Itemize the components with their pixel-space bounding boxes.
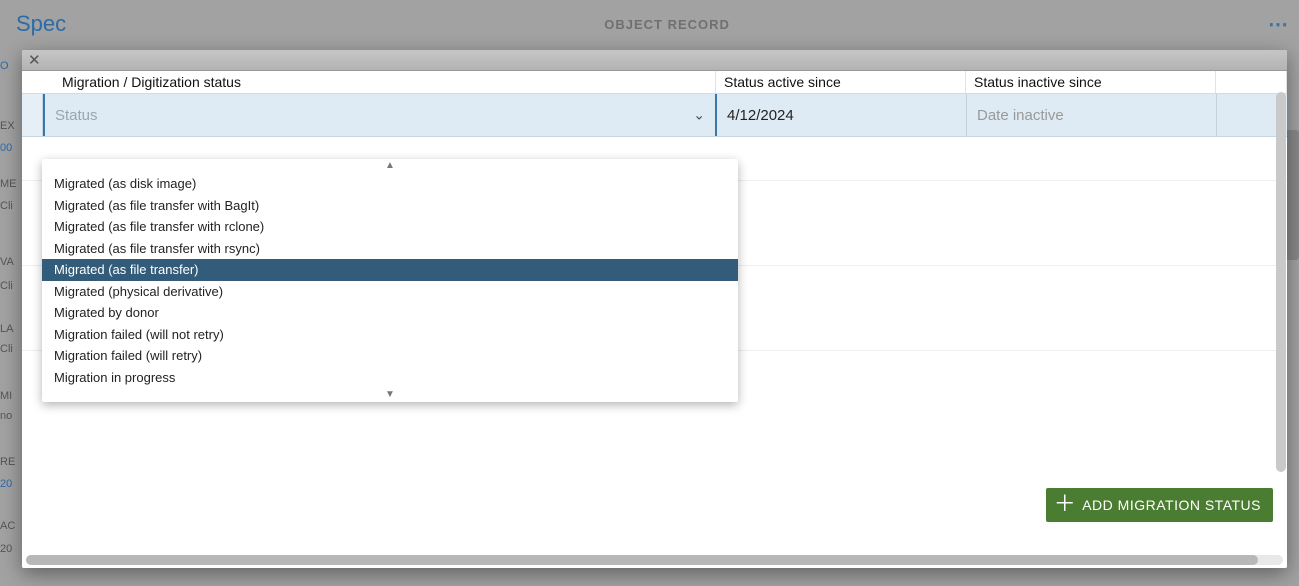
migration-status-modal: ✕ Migration / Digitization status Status…: [22, 50, 1287, 568]
column-header-spacer: [1216, 71, 1287, 93]
status-option[interactable]: Migrated (as file transfer with BagIt): [42, 195, 738, 217]
chevron-down-icon[interactable]: ⌄: [693, 107, 705, 124]
row-gutter[interactable]: [22, 94, 43, 136]
status-option[interactable]: Migrated (as file transfer): [42, 259, 738, 281]
modal-body: Migration / Digitization status Status a…: [22, 71, 1287, 568]
scroll-down-icon[interactable]: ▼: [42, 388, 738, 402]
modal-vertical-scrollbar[interactable]: [1276, 92, 1286, 472]
column-header-active: Status active since: [716, 71, 966, 93]
status-dropdown: ▲ Migrated (as disk image)Migrated (as f…: [42, 159, 738, 402]
status-option[interactable]: Migrated (as file transfer with rsync): [42, 238, 738, 260]
inactive-since-cell[interactable]: Date inactive: [967, 94, 1217, 136]
column-header-inactive: Status inactive since: [966, 71, 1216, 93]
status-input[interactable]: [55, 107, 705, 124]
background-overlay: Spec OBJECT RECORD ⋯ O EX 00 ME Cli VA C…: [0, 0, 1299, 586]
add-button-label: ADD MIGRATION STATUS: [1082, 497, 1261, 513]
scroll-up-icon[interactable]: ▲: [42, 159, 738, 173]
modal-vertical-scrollbar-thumb[interactable]: [1276, 92, 1286, 472]
modal-horizontal-scrollbar[interactable]: [26, 555, 1283, 565]
status-option[interactable]: Migrated by donor: [42, 302, 738, 324]
data-row: ⌄ 4/12/2024 Date inactive: [22, 94, 1287, 137]
record-type-label: OBJECT RECORD: [66, 17, 1268, 32]
modal-titlebar: ✕: [22, 50, 1287, 71]
active-since-cell[interactable]: 4/12/2024: [717, 94, 967, 136]
status-option[interactable]: Migration failed (will retry): [42, 345, 738, 367]
column-header-status: Migration / Digitization status: [22, 71, 716, 93]
status-cell[interactable]: ⌄: [43, 94, 717, 136]
status-option[interactable]: Migration failed (will not retry): [42, 324, 738, 346]
status-option[interactable]: Migrated (as file transfer with rclone): [42, 216, 738, 238]
grid-header-row: Migration / Digitization status Status a…: [22, 71, 1287, 94]
background-header: Spec OBJECT RECORD ⋯: [0, 0, 1299, 48]
status-option[interactable]: Migrated (physical derivative): [42, 281, 738, 303]
close-icon[interactable]: ✕: [28, 53, 41, 68]
page-scrollbar-thumb[interactable]: [1285, 130, 1299, 260]
add-migration-status-button[interactable]: ＋ ADD MIGRATION STATUS: [1046, 488, 1273, 522]
modal-horizontal-scrollbar-thumb[interactable]: [26, 555, 1258, 565]
status-option[interactable]: Migrated (as disk image): [42, 173, 738, 195]
modal-footer: ＋ ADD MIGRATION STATUS: [1046, 488, 1273, 522]
more-menu-icon[interactable]: ⋯: [1268, 12, 1291, 37]
plus-icon: ＋: [1054, 493, 1077, 515]
page-title: Spec: [16, 11, 66, 37]
status-option[interactable]: Migration in progress: [42, 367, 738, 389]
